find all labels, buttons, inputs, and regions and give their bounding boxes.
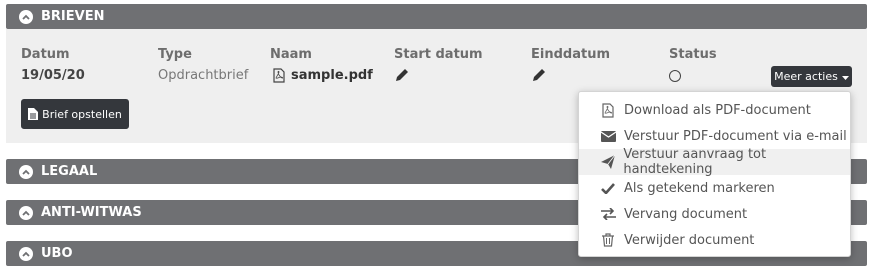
chevron-up-icon [19, 246, 33, 261]
column-header-start-datum: Start datum [394, 47, 483, 62]
menu-item-label: Verwijder document [624, 232, 755, 248]
pdf-file-icon [273, 68, 285, 83]
chevron-up-icon [19, 9, 33, 24]
column-header-einddatum: Einddatum [531, 47, 610, 62]
menu-item-label: Verstuur PDF-document via e-mail [624, 128, 847, 144]
document-link[interactable]: sample.pdf [291, 68, 373, 83]
more-actions-button[interactable]: Meer acties [771, 66, 852, 87]
menu-item-label: Vervang document [624, 206, 748, 222]
chevron-up-icon [19, 164, 33, 179]
menu-item-replace-document[interactable]: Vervang document [579, 201, 850, 227]
menu-item-mark-signed[interactable]: Als getekend markeren [579, 175, 850, 201]
document-icon [28, 108, 39, 120]
section-title: BRIEVEN [41, 9, 105, 24]
menu-item-label: Download als PDF-document [624, 102, 811, 118]
envelope-icon [600, 128, 616, 144]
menu-item-label: Verstuur aanvraag tot handtekening [623, 147, 767, 177]
column-header-datum: Datum [21, 47, 70, 62]
chevron-up-icon [19, 205, 33, 220]
more-actions-menu: Download als PDF-document Verstuur PDF-d… [578, 91, 851, 257]
menu-item-delete-document[interactable]: Verwijder document [579, 227, 850, 253]
column-header-type: Type [158, 47, 192, 62]
edit-start-date-pencil-icon[interactable] [394, 67, 410, 83]
exchange-icon [600, 206, 616, 222]
section-title: ANTI-WITWAS [41, 205, 142, 220]
section-header-brieven[interactable]: BRIEVEN [6, 4, 867, 29]
menu-item-request-signature[interactable]: Verstuur aanvraag tot handtekening [579, 147, 850, 177]
caret-down-icon [841, 70, 849, 83]
cell-datum: 19/05/20 [21, 68, 85, 83]
create-letter-label: Brief opstellen [42, 107, 122, 121]
create-letter-button[interactable]: Brief opstellen [21, 99, 129, 129]
column-header-status: Status [669, 47, 717, 62]
section-title: UBO [41, 246, 73, 261]
column-header-naam: Naam [270, 47, 312, 62]
checkmark-icon [600, 180, 616, 196]
paper-plane-icon [600, 154, 615, 170]
status-circle-icon [669, 70, 681, 82]
menu-item-label: Als getekend markeren [624, 180, 775, 196]
trash-icon [600, 232, 616, 248]
menu-item-send-email[interactable]: Verstuur PDF-document via e-mail [579, 123, 850, 149]
edit-end-date-pencil-icon[interactable] [531, 67, 547, 83]
pdf-file-icon [600, 102, 616, 118]
menu-item-download-pdf[interactable]: Download als PDF-document [579, 97, 850, 123]
cell-type: Opdrachtbrief [158, 68, 249, 83]
more-actions-label: Meer acties [774, 70, 838, 83]
section-title: LEGAAL [41, 164, 98, 179]
